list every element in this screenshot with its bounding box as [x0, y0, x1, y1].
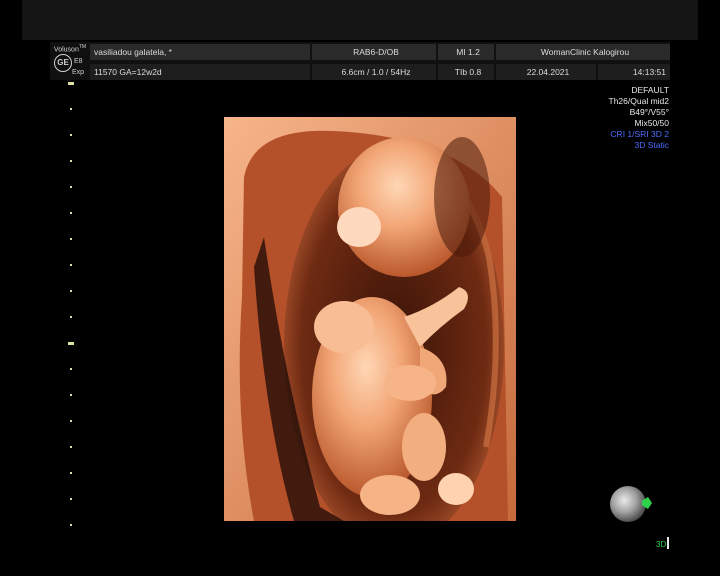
brand-name: VolusonTM — [53, 44, 87, 54]
brand-block: VolusonTM GE E8 Exp — [50, 42, 90, 80]
setting-line-threshold: Th26/Qual mid2 — [608, 96, 669, 106]
settings-panel: DEFAULT Th26/Qual mid2 B49°/V55° Mix50/5… — [609, 85, 669, 151]
patient-name: vasiliadou galatela, * — [94, 47, 172, 57]
scale-tick — [70, 160, 72, 162]
setting-line-angles: B49°/V55° — [629, 107, 669, 117]
exam-time: 14:13:51 — [632, 67, 666, 77]
tib-value: TIb 0.8 — [454, 67, 482, 77]
date-cell: 22.04.2021 — [496, 64, 596, 80]
scale-tick — [70, 264, 72, 266]
scale-tick — [70, 498, 72, 500]
depth-cell: 6.6cm / 1.0 / 54Hz — [312, 64, 436, 80]
scale-major-tick — [68, 82, 74, 85]
mi-value: MI 1.2 — [456, 47, 480, 57]
scale-tick — [70, 368, 72, 370]
setting-line-preset: DEFAULT — [631, 85, 669, 95]
top-band — [22, 0, 698, 40]
scale-tick — [70, 524, 72, 526]
patient-id: 11570 GA=12w2d — [94, 67, 162, 77]
scale-major-tick — [68, 342, 74, 345]
model-sub-label: Exp — [72, 69, 85, 76]
clinic-name: WomanClinic Kalogirou — [540, 47, 630, 57]
mi-cell: MI 1.2 — [438, 44, 494, 60]
setting-line-cri: CRI 1/SRI 3D 2 — [610, 129, 669, 139]
ultrasound-3d-render[interactable] — [224, 117, 516, 521]
scale-tick — [70, 420, 72, 422]
scale-tick — [70, 212, 72, 214]
scale-tick — [70, 134, 72, 136]
time-cell: 14:13:51 — [598, 64, 670, 80]
clinic-cell: WomanClinic Kalogirou — [496, 44, 670, 60]
tib-cell: TIb 0.8 — [438, 64, 494, 80]
scale-tick — [70, 108, 72, 110]
depth-scale — [66, 82, 78, 532]
scale-tick — [70, 238, 72, 240]
scale-tick — [70, 446, 72, 448]
scale-tick — [70, 316, 72, 318]
exam-date: 22.04.2021 — [526, 67, 570, 77]
header-bar: VolusonTM GE E8 Exp vasiliadou galatela,… — [50, 42, 670, 80]
patient-id-cell: 11570 GA=12w2d — [90, 64, 310, 80]
scale-tick — [70, 290, 72, 292]
patient-name-cell: vasiliadou galatela, * — [90, 44, 310, 60]
mode-label: 3D — [656, 540, 667, 549]
scale-tick — [70, 186, 72, 188]
setting-line-mix: Mix50/50 — [634, 118, 670, 128]
mode-indicator — [667, 537, 669, 549]
brand-trademark: TM — [78, 44, 87, 50]
ge-logo-icon: GE — [54, 54, 72, 72]
depth-value: 6.6cm / 1.0 / 54Hz — [341, 67, 411, 77]
setting-line-mode: 3D Static — [634, 140, 670, 150]
orientation-ball-icon[interactable] — [610, 486, 646, 522]
probe-cell: RAB6-D/OB — [312, 44, 436, 60]
probe-label: RAB6-D/OB — [353, 47, 399, 57]
model-label: E8 — [74, 58, 83, 65]
fetus-3d-render-icon — [224, 117, 516, 521]
scale-tick — [70, 394, 72, 396]
scale-tick — [70, 472, 72, 474]
